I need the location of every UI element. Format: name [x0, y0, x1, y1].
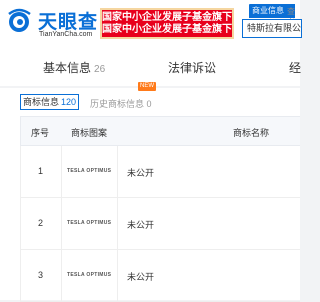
- column-divider: [61, 250, 62, 302]
- trademark-name-status: 未公开: [127, 220, 155, 230]
- nav-item-label: 基本信息: [43, 61, 92, 75]
- tab-count: 0: [146, 99, 152, 109]
- tab-label: 商标信息: [23, 97, 60, 107]
- trademark-image[interactable]: TESLA OPTIMUS: [67, 220, 111, 226]
- tab-label: 历史商标信息: [90, 99, 145, 109]
- logo-name[interactable]: 天眼查: [38, 7, 98, 34]
- nav-item-legal[interactable]: 法律诉讼: [168, 59, 216, 76]
- column-divider: [117, 250, 118, 302]
- nav-item-count: 26: [94, 64, 106, 75]
- table-row[interactable]: 2 TESLA OPTIMUS 未公开: [20, 198, 300, 250]
- table-header: 序号 商标图案 商标名称: [20, 116, 300, 146]
- column-divider: [117, 146, 118, 198]
- section-nav: 基本信息 26 法律诉讼 经: [0, 46, 301, 86]
- banner-line-1: 国家中小企业发展子基金旗下机构: [102, 12, 232, 23]
- trademark-name-status: 未公开: [127, 272, 155, 282]
- table-row[interactable]: 1 TESLA OPTIMUS 未公开: [20, 146, 300, 198]
- nav-item-basic-info[interactable]: 基本信息 26: [43, 59, 105, 76]
- column-divider: [117, 198, 118, 250]
- trademark-image[interactable]: TESLA OPTIMUS: [67, 272, 111, 278]
- banner-line-2: 国家中小企业发展子基金旗下机构: [102, 24, 232, 35]
- new-badge: NEW: [138, 82, 156, 91]
- tab-history-trademark[interactable]: 历史商标信息 0: [90, 97, 152, 110]
- column-header-trademark-image: 商标图案: [71, 128, 108, 138]
- nav-item-label: 法律诉讼: [168, 61, 217, 75]
- nav-item-label: 经: [289, 61, 302, 75]
- tab-count: 120: [61, 97, 77, 107]
- site-header: 天眼查 TianYanCha.com 国家中小企业发展子基金旗下机构 国家中小企…: [0, 0, 302, 47]
- row-index: 2: [38, 218, 44, 228]
- column-divider: [61, 146, 62, 198]
- column-header-trademark-name: 商标名称: [233, 128, 270, 138]
- trademark-name-status: 未公开: [127, 168, 155, 178]
- row-index: 3: [38, 270, 44, 280]
- nav-item-business[interactable]: 经: [289, 59, 301, 76]
- row-index: 1: [38, 166, 44, 176]
- search-input[interactable]: 特斯拉有限公司: [242, 19, 302, 38]
- column-header-index: 序号: [31, 128, 50, 138]
- tianyancha-logo-icon[interactable]: [6, 8, 36, 34]
- promo-banner[interactable]: 国家中小企业发展子基金旗下机构 国家中小企业发展子基金旗下机构: [100, 8, 234, 39]
- column-divider: [61, 198, 62, 250]
- trademark-image[interactable]: TESLA OPTIMUS: [67, 168, 111, 174]
- table-row[interactable]: 3 TESLA OPTIMUS 未公开: [20, 250, 300, 302]
- logo-domain: TianYanCha.com: [39, 31, 93, 38]
- trademark-panel: 商标信息 120 历史商标信息 0 NEW 序号 商标图案 商标名称 1 TESL…: [0, 82, 300, 302]
- tab-trademark-info[interactable]: 商标信息 120: [20, 94, 80, 110]
